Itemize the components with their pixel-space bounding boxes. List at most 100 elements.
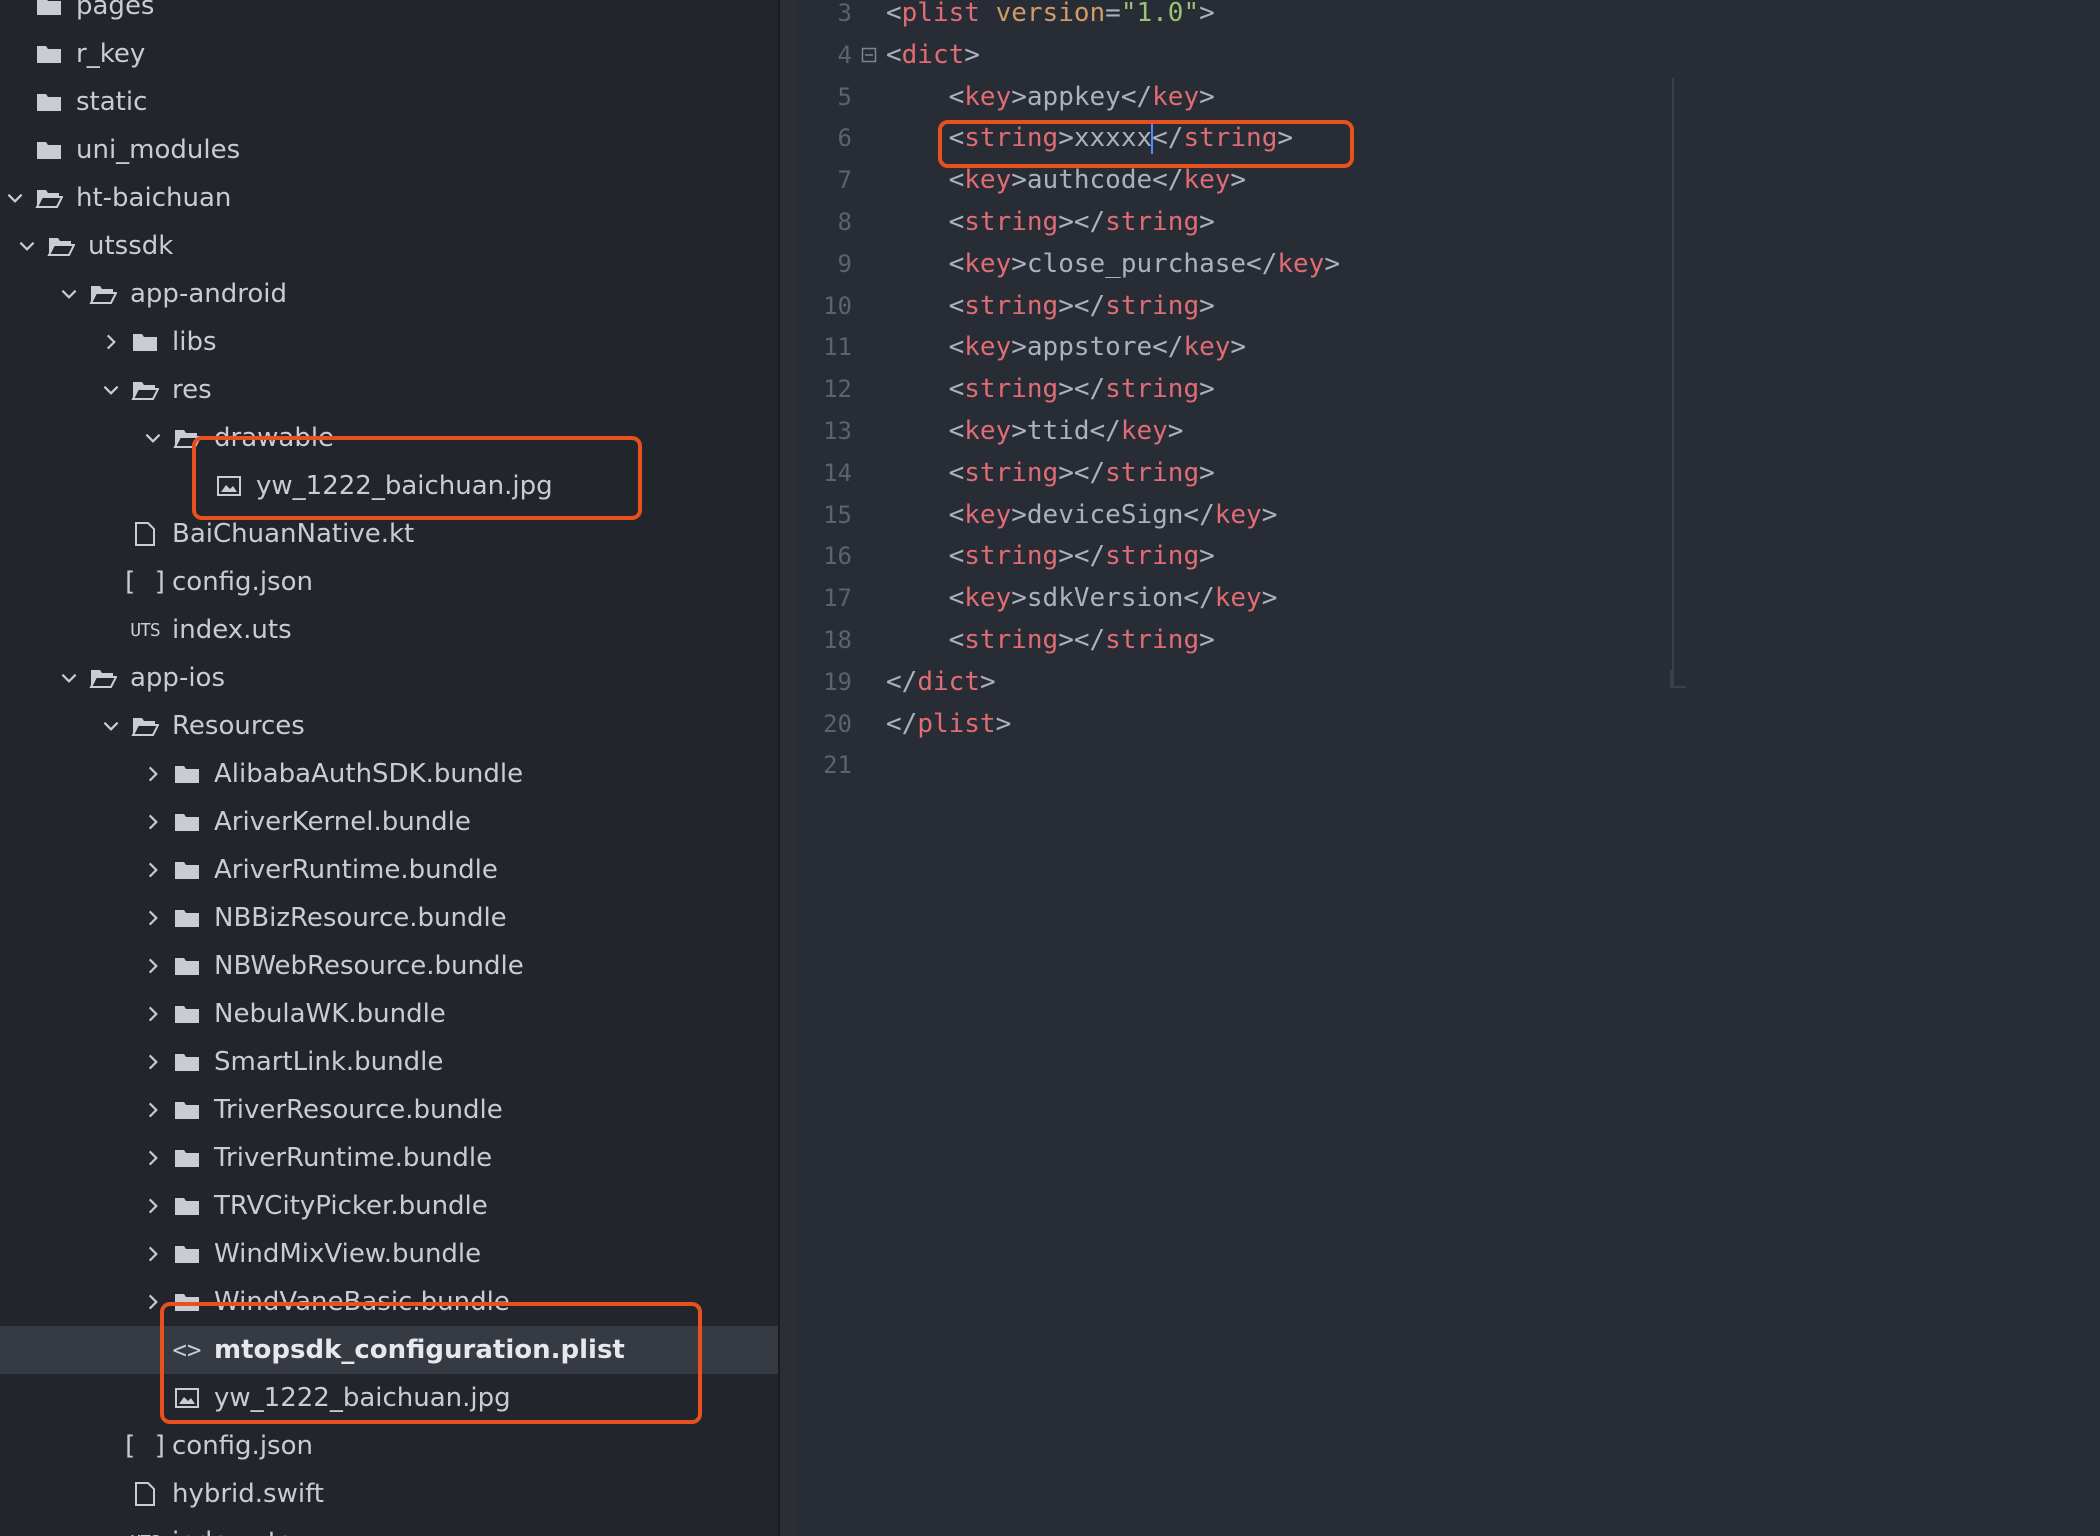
chevron-down-icon[interactable] [12,231,42,261]
folder-icon [130,327,160,357]
chevron-right-icon[interactable] [138,951,168,981]
code-line[interactable]: 12 <string></string> [796,368,2096,410]
tree-folder[interactable]: AlibabaAuthSDK.bundle [0,750,778,798]
code-token: > [1230,332,1247,363]
tree-file[interactable]: [ ] config.json [0,558,778,606]
chevron-down-icon[interactable] [96,375,126,405]
code-line[interactable]: 11 <key>appstore</key> [796,326,2096,368]
code-text: <dict> [886,40,980,70]
tree-folder[interactable]: r_key [0,30,778,78]
chevron-down-icon[interactable] [54,663,84,693]
code-line[interactable]: 19 </dict> [796,661,2096,703]
code-token: string [964,374,1059,405]
fold-toggle-icon[interactable] [852,47,886,63]
code-line[interactable]: 21 [796,744,2096,786]
code-text: <string></string> [886,374,1215,404]
code-line[interactable]: 3 <plist version="1.0"> [796,0,2096,34]
chevron-right-icon[interactable] [138,759,168,789]
code-token: key [964,416,1012,446]
tree-folder[interactable]: uni_modules [0,126,778,174]
tree-file[interactable]: UTS index.uts [0,1518,778,1536]
tree-folder[interactable]: drawable [0,414,778,462]
tree-item-label: uni_modules [76,135,241,165]
tree-folder[interactable]: Resources [0,702,778,750]
chevron-down-icon[interactable] [0,183,30,213]
code-token: < [886,374,965,405]
chevron-right-icon[interactable] [138,1095,168,1125]
code-text: <key>ttid</key> [886,416,1184,446]
code-line[interactable]: 15 <key>deviceSign</key> [796,494,2096,536]
tree-folder[interactable]: TriverResource.bundle [0,1086,778,1134]
tree-folder[interactable]: pages [0,0,778,30]
code-token: > [1199,290,1215,321]
tree-folder[interactable]: app-ios [0,654,778,702]
code-line[interactable]: 18 <string></string> [796,619,2096,661]
tree-folder[interactable]: TRVCityPicker.bundle [0,1182,778,1230]
tree-folder[interactable]: libs [0,318,778,366]
tree-file[interactable]: hybrid.swift [0,1470,778,1518]
chevron-right-icon[interactable] [138,855,168,885]
code-token: >ttid</ [1011,416,1121,446]
chevron-right-icon[interactable] [138,1287,168,1317]
line-number: 13 [823,417,852,445]
chevron-down-icon[interactable] [138,423,168,453]
chevron-right-icon[interactable] [138,1047,168,1077]
tree-file[interactable]: yw_1222_baichuan.jpg [0,462,778,510]
tree-file[interactable]: UTS index.uts [0,606,778,654]
chevron-right-icon[interactable] [138,903,168,933]
tree-folder[interactable]: static [0,78,778,126]
tree-folder[interactable]: NBWebResource.bundle [0,942,778,990]
code-editor[interactable]: 3 <plist version="1.0"> 4 <dict> 5 <key>appk… [796,0,2100,1536]
line-number: 5 [837,82,852,111]
tree-folder[interactable]: WindMixView.bundle [0,1230,778,1278]
code-line[interactable]: 16 <string></string> [796,535,2096,577]
chevron-down-icon[interactable] [96,711,126,741]
folder-icon [34,87,64,117]
tree-folder[interactable]: AriverRuntime.bundle [0,846,778,894]
code-line[interactable]: 7 <key>authcode</key> [796,159,2096,201]
code-token: string [1105,290,1200,321]
code-line[interactable]: 10 <string></string> [796,285,2096,327]
code-line[interactable]: 14 <string></string> [796,452,2096,494]
tree-file[interactable]: BaiChuanNative.kt [0,510,778,558]
tree-item-label: static [76,87,148,117]
tree-file[interactable]: [ ] config.json [0,1422,778,1470]
tree-item-label: res [172,375,212,405]
tree-folder[interactable]: SmartLink.bundle [0,1038,778,1086]
tree-folder[interactable]: WindVaneBasic.bundle [0,1278,778,1326]
code-line[interactable]: 9 <key>close_purchase</key> [796,243,2096,285]
code-line[interactable]: 8 <string></string> [796,201,2096,243]
tree-item-label: NebulaWK.bundle [214,999,446,1029]
tree-folder[interactable]: ht-baichuan [0,174,778,222]
chevron-right-icon[interactable] [138,1143,168,1173]
chevron-right-icon[interactable] [138,807,168,837]
code-token: > [1199,541,1215,572]
tree-folder[interactable]: app-android [0,270,778,318]
tree-folder[interactable]: AriverKernel.bundle [0,798,778,846]
chevron-right-icon[interactable] [96,327,126,357]
tree-file[interactable]: <> mtopsdk_configuration.plist [0,1326,778,1374]
code-token: key [964,248,1012,279]
code-line[interactable]: 17 <key>sdkVersion</key> [796,577,2096,619]
tree-file[interactable]: yw_1222_baichuan.jpg [0,1374,778,1422]
code-line[interactable]: 13 <key>ttid</key> [796,410,2096,452]
tree-item-label: libs [172,327,217,357]
tree-item-label: Resources [172,711,305,741]
code-line[interactable]: 6 <string>xxxxx</string> [796,117,2096,159]
code-line[interactable]: 20 </plist> [796,703,2096,745]
chevron-right-icon[interactable] [138,1191,168,1221]
chevron-down-icon[interactable] [54,279,84,309]
tree-folder[interactable]: TriverRuntime.bundle [0,1134,778,1182]
code-token: >deviceSign</ [1011,499,1215,530]
tree-item-label: yw_1222_baichuan.jpg [256,471,553,501]
chevron-right-icon[interactable] [138,999,168,1029]
folder-icon [172,903,202,933]
tree-folder[interactable]: utssdk [0,222,778,270]
code-token: key [1214,499,1262,530]
code-line[interactable]: 4 <dict> [796,34,2096,76]
tree-folder[interactable]: res [0,366,778,414]
tree-folder[interactable]: NebulaWK.bundle [0,990,778,1038]
code-line[interactable]: 5 <key>appkey</key> [796,76,2096,118]
tree-folder[interactable]: NBBizResource.bundle [0,894,778,942]
chevron-right-icon[interactable] [138,1239,168,1269]
